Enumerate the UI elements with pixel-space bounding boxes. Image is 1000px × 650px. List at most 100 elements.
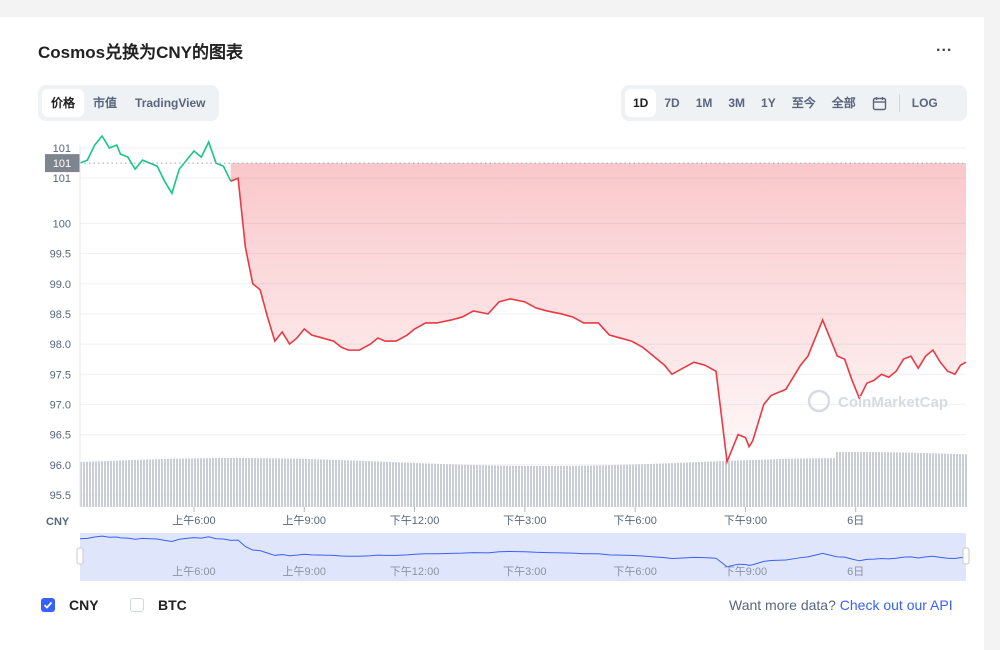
volume-bar (737, 460, 739, 507)
volume-bar (266, 458, 268, 507)
x-tick-label: 下午6:00 (613, 514, 656, 527)
volume-bar (359, 460, 361, 507)
volume-bar (578, 465, 580, 507)
navigator-handle[interactable] (962, 547, 970, 565)
y-tick-label: 96.5 (50, 430, 71, 442)
volume-bar (95, 461, 97, 507)
volume-bar (107, 460, 109, 507)
volume-bar (614, 465, 616, 507)
x-tick-label: 上午6:00 (172, 514, 215, 527)
y-tick-label: 97.0 (50, 399, 71, 411)
volume-bar (755, 459, 757, 507)
volume-bar (338, 460, 340, 507)
volume-bar (569, 465, 571, 507)
navigator-tick-label: 下午9:00 (724, 565, 767, 578)
navigator-tick-label: 下午3:00 (503, 565, 546, 578)
volume-bar (911, 452, 913, 507)
volume-bar (443, 464, 445, 507)
volume-bar (494, 465, 496, 507)
volume-bar (251, 458, 253, 507)
legend-btc[interactable]: BTC (130, 597, 187, 613)
checkbox-cny[interactable] (41, 598, 55, 612)
watermark: CoinMarketCap (807, 389, 948, 413)
volume-bar (950, 453, 952, 507)
volume-bar (428, 463, 430, 507)
volume-bar (626, 464, 628, 507)
volume-bar (239, 458, 241, 507)
volume-bar (350, 460, 352, 507)
x-tick-label: 下午12:00 (390, 514, 440, 527)
volume-bar (464, 464, 466, 507)
volume-bar (380, 461, 382, 507)
legend-label-btc: BTC (158, 597, 187, 613)
volume-bar (461, 464, 463, 507)
volume-bar (602, 465, 604, 507)
volume-bar (128, 460, 130, 507)
volume-bar (599, 465, 601, 507)
navigator-handle[interactable] (76, 547, 84, 565)
volume-bar (146, 459, 148, 507)
volume-bar (728, 460, 730, 507)
volume-bar (899, 452, 901, 507)
y-tick-label: 100 (53, 218, 71, 230)
price-chart[interactable]: 101 101 101 100 99.5 99.0 98.5 98.0 97.5 97.0 96.… (0, 0, 1000, 650)
legend-cny[interactable]: CNY (41, 597, 99, 613)
volume-bar (860, 452, 862, 507)
volume-bar (512, 465, 514, 507)
volume-bar (389, 461, 391, 507)
volume-bar (248, 458, 250, 507)
volume-bar (896, 452, 898, 507)
volume-bar (206, 458, 208, 507)
volume-bar (743, 460, 745, 507)
volume-bar (665, 463, 667, 507)
volume-bar (296, 458, 298, 507)
volume-bar (230, 458, 232, 507)
volume-bar (182, 458, 184, 507)
api-link[interactable]: Check out our API (840, 597, 953, 613)
volume-bar (419, 463, 421, 507)
volume-bar (209, 458, 211, 507)
volume-bar (452, 464, 454, 507)
volume-bar (629, 464, 631, 507)
volume-bar (320, 459, 322, 507)
volume-bar (722, 461, 724, 507)
volume-bar (596, 465, 598, 507)
volume-bar (671, 463, 673, 507)
y-tick-label: 95.5 (50, 490, 71, 502)
volume-bar (110, 460, 112, 507)
checkbox-btc[interactable] (130, 598, 144, 612)
volume-bar (830, 458, 832, 507)
volume-bar (371, 461, 373, 507)
volume-bar (278, 458, 280, 507)
volume-bar (113, 460, 115, 507)
volume-bar (782, 459, 784, 507)
volume-bar (632, 464, 634, 507)
volume-bar (902, 452, 904, 507)
volume-bar (794, 458, 796, 507)
volume-bar (404, 462, 406, 507)
volume-bar (536, 465, 538, 507)
volume-bar (458, 464, 460, 507)
watermark-text: CoinMarketCap (838, 394, 948, 411)
volume-bar (203, 458, 205, 507)
volume-bar (344, 460, 346, 507)
y-tick-label: 101 (53, 173, 71, 185)
volume-bar (335, 459, 337, 507)
volume-bar (572, 465, 574, 507)
volume-bar (824, 458, 826, 507)
volume-bar (848, 452, 850, 507)
volume-bar (605, 465, 607, 507)
volume-bar (620, 464, 622, 507)
volume-bar (563, 465, 565, 507)
volume-bar (386, 461, 388, 507)
navigator-tick-label: 上午6:00 (172, 565, 215, 578)
volume-bar (308, 459, 310, 507)
volume-bar (488, 465, 490, 507)
volume-bar (377, 461, 379, 507)
volume-bar (731, 460, 733, 507)
volume-bar (326, 459, 328, 507)
volume-bar (641, 464, 643, 507)
volume-bar (449, 464, 451, 507)
volume-bar (560, 465, 562, 507)
volume-bar (356, 460, 358, 507)
